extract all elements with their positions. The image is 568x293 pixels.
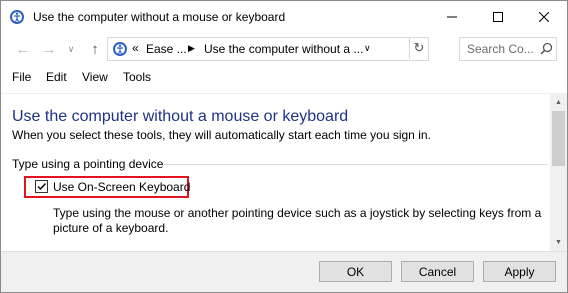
up-button[interactable]: ↑ [85,39,105,59]
close-button[interactable] [521,1,567,33]
menu-file[interactable]: File [12,70,31,84]
chevron-right-icon[interactable]: ▶ [188,43,195,54]
on-screen-keyboard-label[interactable]: Use On-Screen Keyboard [53,180,190,194]
address-dropdown-icon[interactable]: ∨ [364,43,371,54]
apply-button[interactable]: Apply [483,261,556,282]
search-icon [540,42,553,55]
address-overflow-chevron[interactable]: « [132,41,139,55]
back-button[interactable]: ← [13,39,33,59]
ok-button[interactable]: OK [319,261,392,282]
search-placeholder: Search Co... [467,42,534,56]
search-input[interactable]: Search Co... [459,37,557,61]
minimize-button[interactable] [429,1,475,33]
title-bar[interactable]: Use the computer without a mouse or keyb… [1,1,567,33]
page-subtitle: When you select these tools, they will a… [12,128,431,142]
menu-view[interactable]: View [82,70,108,84]
maximize-icon [493,12,503,22]
chevron-down-icon: ∨ [67,43,75,54]
section-heading: Type using a pointing device [12,157,164,171]
back-arrow-icon: ← [15,40,31,58]
ease-of-access-icon [112,41,128,57]
cancel-button[interactable]: Cancel [401,261,474,282]
up-arrow-icon: ↑ [91,40,99,58]
page-title: Use the computer without a mouse or keyb… [12,108,349,125]
close-icon [539,12,549,22]
forward-button[interactable]: → [39,39,59,59]
triangle-up-icon: ▲ [555,99,562,106]
dialog-window: Use the computer without a mouse or keyb… [0,0,568,293]
forward-arrow-icon: → [41,40,57,58]
minimize-icon [447,16,457,18]
window-title: Use the computer without a mouse or keyb… [33,10,286,24]
scroll-down-button[interactable]: ▼ [550,234,567,251]
menu-edit[interactable]: Edit [46,70,67,84]
triangle-down-icon: ▼ [555,239,562,246]
section-divider [164,164,548,165]
breadcrumb-current[interactable]: Use the computer without a ... [204,42,363,56]
scroll-up-button[interactable]: ▲ [550,94,567,111]
refresh-icon: ↻ [413,40,425,55]
scroll-thumb[interactable] [552,111,565,166]
recent-locations-button[interactable]: ∨ [65,39,77,59]
menu-bar: File Edit View Tools [1,67,567,87]
on-screen-keyboard-checkbox[interactable] [35,180,48,193]
option-description: Type using the mouse or another pointing… [53,206,542,235]
breadcrumb-ease[interactable]: Ease ... [146,42,187,56]
menu-tools[interactable]: Tools [123,70,151,84]
address-bar[interactable]: « Ease ... ▶ Use the computer without a … [107,37,429,61]
vertical-scrollbar[interactable]: ▲ ▼ [550,94,567,251]
content-pane: Use the computer without a mouse or keyb… [1,94,550,251]
button-bar: OK Cancel Apply [1,251,567,292]
ease-of-access-icon [9,9,25,25]
maximize-button[interactable] [475,1,521,33]
checkmark-icon [37,183,47,191]
refresh-button[interactable]: ↻ [410,38,428,58]
